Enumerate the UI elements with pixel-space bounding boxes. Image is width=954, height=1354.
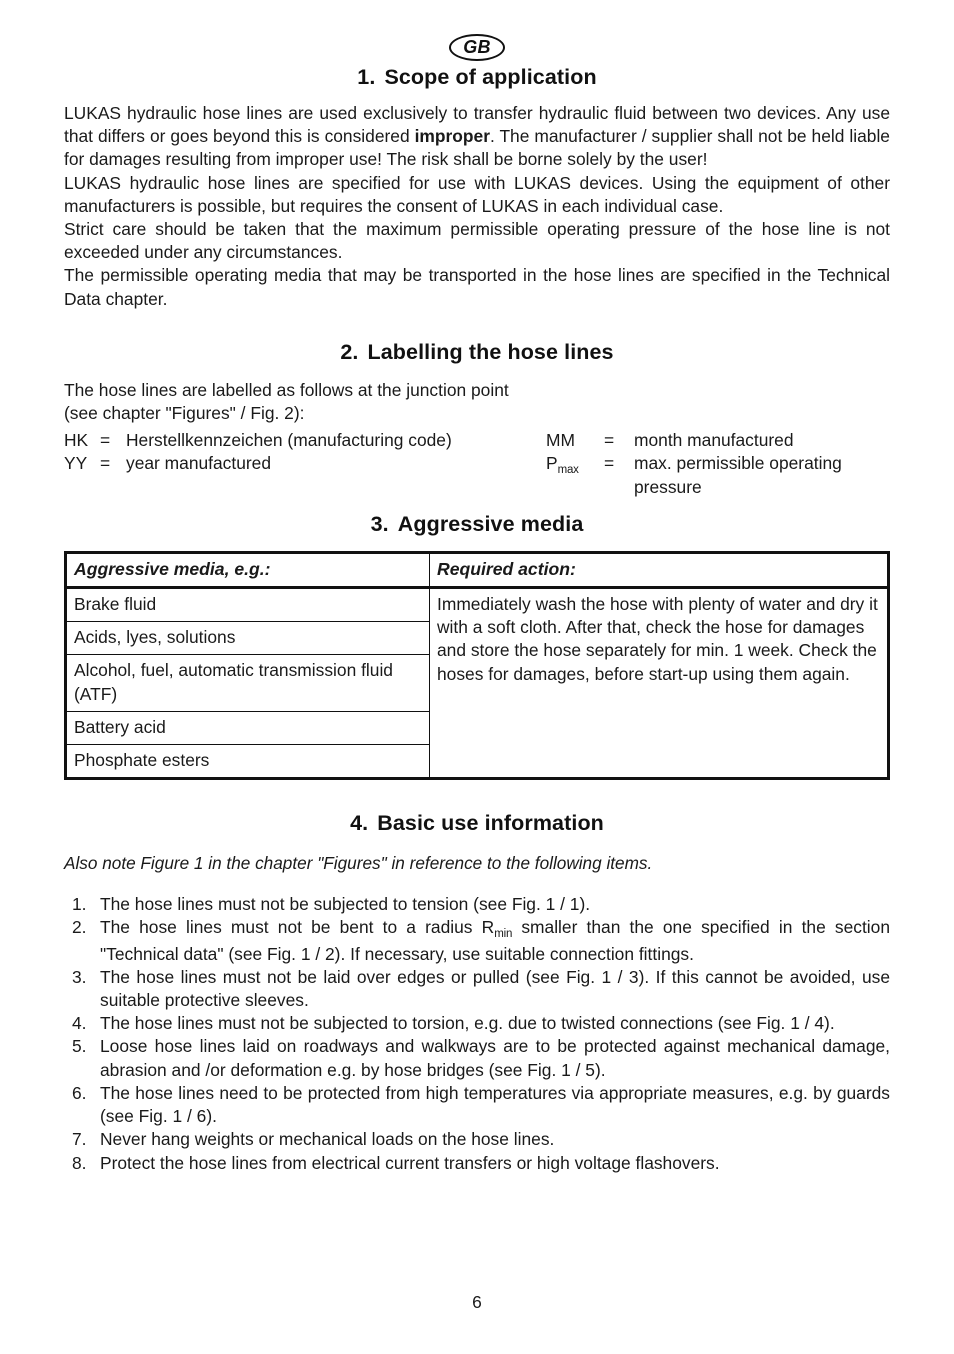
media-cell-brake-fluid: Brake fluid xyxy=(65,587,430,623)
labelling-intro-line-2: (see chapter "Figures" / Fig. 2): xyxy=(64,403,305,424)
section-number-1: 1. xyxy=(357,65,376,89)
section-title-2: Labelling the hose lines xyxy=(367,339,614,364)
section-heading-basic-use: 4. Basic use information xyxy=(64,810,890,836)
scope-paragraph-2: LUKAS hydraulic hose lines are specified… xyxy=(64,172,890,216)
key-eq-yy: = xyxy=(100,453,111,474)
list-item: 6. The hose lines need to be protected fr… xyxy=(64,1082,890,1128)
document-page: GB 1. Scope of application LUKAS hydrauli… xyxy=(0,0,954,1354)
scope-paragraph-1: LUKAS hydraulic hose lines are used excl… xyxy=(64,102,890,172)
list-item-number: 2. xyxy=(72,917,87,938)
scope-paragraph-4: The permissible operating media that may… xyxy=(64,265,890,309)
list-item-text: The hose lines must not be subjected to … xyxy=(100,894,591,915)
list-item-subscript-rmin: min xyxy=(494,928,513,941)
media-cell-acids-lyes-solutions: Acids, lyes, solutions xyxy=(65,621,430,656)
key-abbr-mm: MM xyxy=(546,430,575,451)
basic-use-note: Also note Figure 1 in the chapter "Figur… xyxy=(64,853,653,874)
list-item-number: 1. xyxy=(72,894,87,915)
section-title-1: Scope of application xyxy=(384,65,597,89)
section-title-4: Basic use information xyxy=(377,811,604,836)
media-cell-alcohol-fuel-atf: Alcohol, fuel, automatic transmission fl… xyxy=(65,654,430,712)
list-item-number: 7. xyxy=(72,1129,87,1150)
gb-country-code-badge: GB xyxy=(449,34,505,61)
basic-use-rules-list: 1. The hose lines must not be subjected t… xyxy=(64,893,890,1174)
media-cell-battery-acid: Battery acid xyxy=(65,710,430,746)
section-number-4: 4. xyxy=(350,811,369,836)
aggressive-media-table: Aggressive media, e.g.: Required action:… xyxy=(64,550,890,781)
key-meaning-pmax: max. permissible operating pressure xyxy=(634,453,842,497)
key-meaning-hk: Herstellkennzeichen (manufacturing code) xyxy=(126,430,452,451)
country-badge-container: GB xyxy=(64,0,890,64)
list-item: 5. Loose hose lines laid on roadways and … xyxy=(64,1035,890,1081)
list-item: 7. Never hang weights or mechanical loads… xyxy=(64,1128,890,1151)
list-item-number: 4. xyxy=(72,1013,87,1034)
page-number: 6 xyxy=(472,1292,482,1312)
scope-p1-strong: improper xyxy=(414,126,490,147)
key-eq-mm: = xyxy=(604,430,615,451)
table-row: Brake fluid Immediately wash the hose wi… xyxy=(65,587,889,780)
key-eq-pmax: = xyxy=(604,453,615,474)
media-cell-phosphate-esters: Phosphate esters xyxy=(65,744,430,780)
required-action-cell: Immediately wash the hose with plenty of… xyxy=(429,587,889,780)
list-item-number: 3. xyxy=(72,966,87,987)
list-item-text: Loose hose lines laid on roadways and wa… xyxy=(100,1036,890,1080)
labelling-key-grid: HK = Herstellkennzeichen (manufacturing … xyxy=(64,429,890,499)
list-item-number: 8. xyxy=(72,1152,87,1173)
list-item: 4. The hose lines must not be subjected t… xyxy=(64,1012,890,1035)
list-item-number: 5. xyxy=(72,1036,87,1057)
list-item-text: The hose lines must not be laid over edg… xyxy=(100,966,890,1011)
list-item: 3. The hose lines must not be laid over e… xyxy=(64,966,890,1012)
list-item-text: Never hang weights or mechanical loads o… xyxy=(100,1129,555,1150)
scope-paragraph-3: Strict care should be taken that the max… xyxy=(64,219,890,263)
key-abbr-pmax-subscript: max xyxy=(557,464,579,477)
key-abbr-hk: HK xyxy=(64,430,89,451)
list-item: 1. The hose lines must not be subjected t… xyxy=(64,893,890,916)
key-abbr-yy: YY xyxy=(64,453,88,474)
section-heading-scope: 1. Scope of application xyxy=(64,64,890,90)
labelling-intro-line-1: The hose lines are labelled as follows a… xyxy=(64,379,509,400)
key-meaning-yy: year manufactured xyxy=(126,453,272,474)
table-header-action: Required action: xyxy=(429,551,889,590)
list-item: 2. The hose lines must not be bent to a r… xyxy=(64,916,890,965)
section-title-3: Aggressive media xyxy=(397,511,584,536)
list-item-number: 6. xyxy=(72,1082,87,1103)
key-eq-hk: = xyxy=(100,430,111,451)
table-header-row: Aggressive media, e.g.: Required action: xyxy=(65,551,889,590)
section-number-3: 3. xyxy=(370,511,389,536)
section-heading-aggressive-media: 3. Aggressive media xyxy=(64,511,890,537)
list-item-text: Protect the hose lines from electrical c… xyxy=(100,1152,720,1173)
page-content: GB 1. Scope of application LUKAS hydrauli… xyxy=(64,0,890,1175)
section-heading-labelling: 2. Labelling the hose lines xyxy=(64,339,890,365)
list-item: 8. Protect the hose lines from electrical… xyxy=(64,1152,890,1175)
section-number-2: 2. xyxy=(340,339,359,364)
key-abbr-pmax-base: P xyxy=(546,453,558,474)
list-item-text: The hose lines must not be subjected to … xyxy=(100,1013,835,1034)
table-header-media: Aggressive media, e.g.: xyxy=(65,551,430,590)
key-meaning-mm: month manufactured xyxy=(634,430,794,451)
list-item-text: The hose lines need to be protected from… xyxy=(100,1082,890,1127)
list-item-text-pre: The hose lines must not be bent to a rad… xyxy=(100,917,495,938)
key-abbr-pmax: Pmax xyxy=(546,452,604,498)
